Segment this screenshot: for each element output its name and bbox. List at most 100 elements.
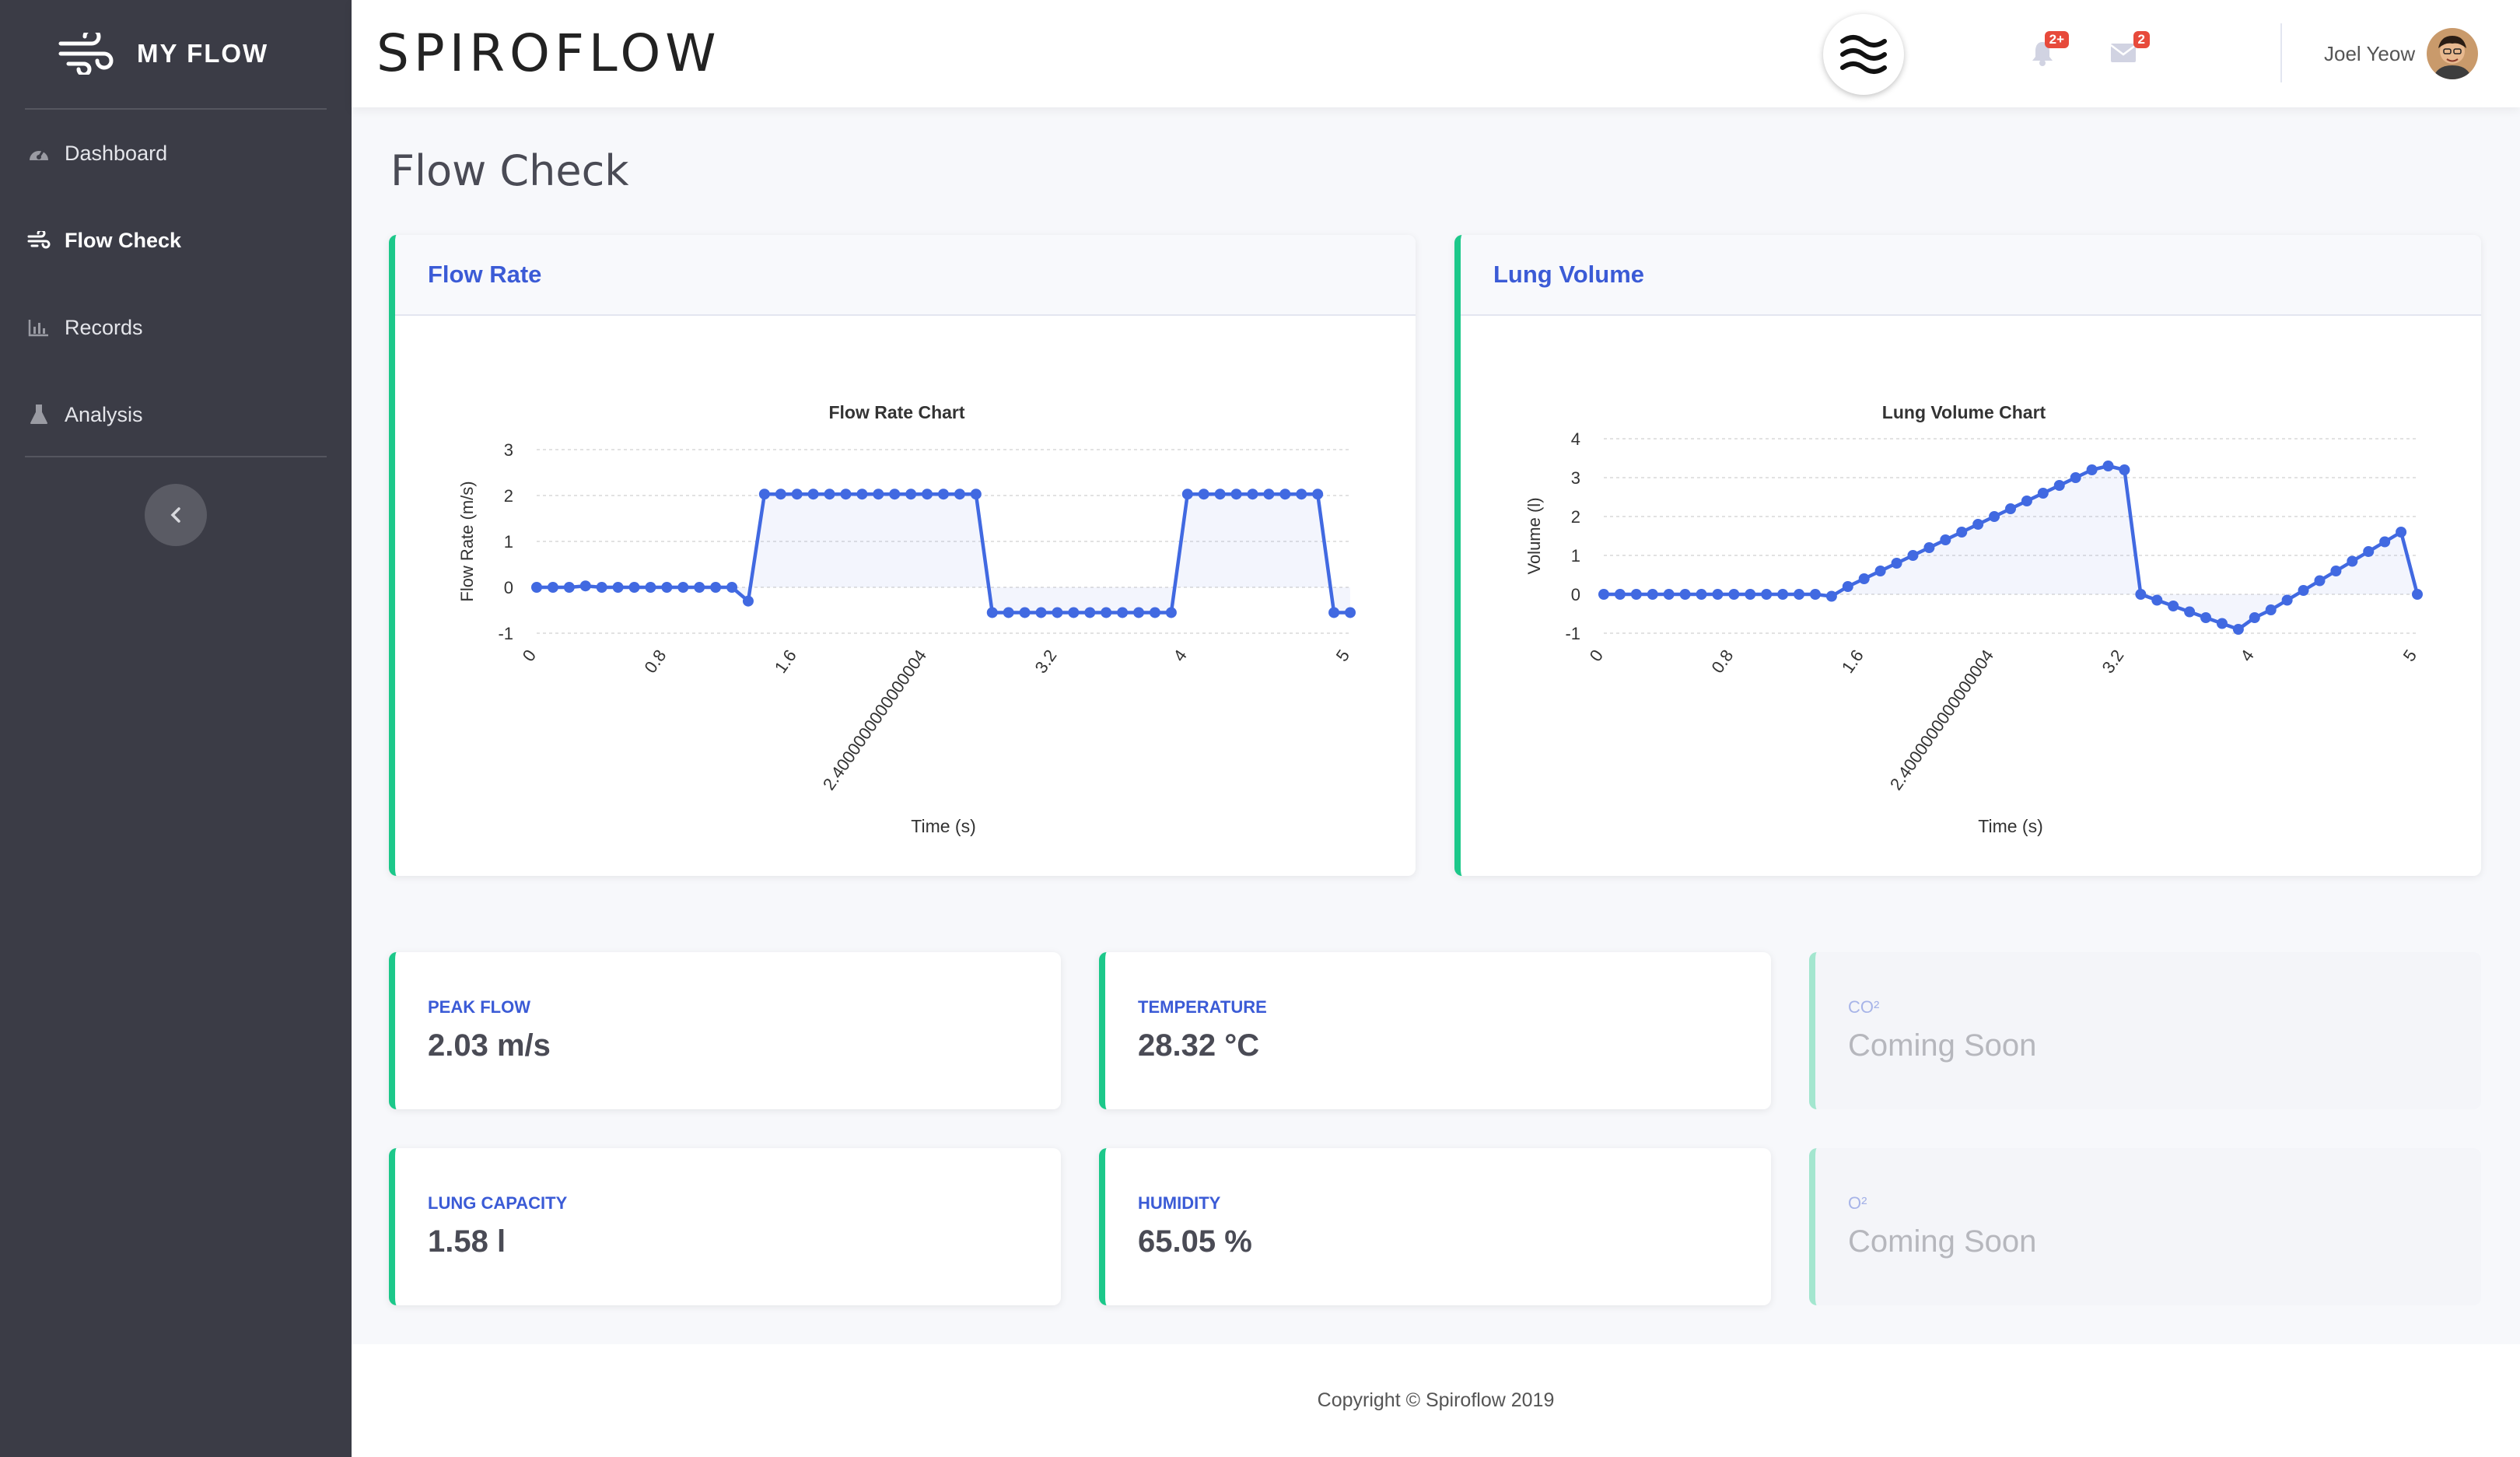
- topbar-divider: [2280, 23, 2282, 82]
- lung-capacity-card: Lung Capacity 1.58 l: [389, 1148, 1061, 1305]
- page-title: Flow Check: [390, 146, 629, 195]
- data-point: [1345, 607, 1356, 618]
- data-point: [1198, 489, 1209, 500]
- x-tick-label: 2.4000000000000004: [1886, 646, 1997, 794]
- data-point: [1614, 589, 1626, 600]
- avatar[interactable]: [2427, 28, 2478, 79]
- stat-value: Coming Soon: [1848, 1028, 2037, 1063]
- data-point: [1745, 589, 1756, 600]
- humidity-card: Humidity 65.05 %: [1099, 1148, 1771, 1305]
- sidebar-item-analysis[interactable]: Analysis: [0, 384, 352, 446]
- data-point: [1940, 534, 1951, 545]
- bar-chart-icon: [26, 315, 51, 340]
- data-point: [2281, 594, 2293, 606]
- data-point: [1956, 527, 1968, 538]
- series-area: [537, 494, 1350, 613]
- stat-label: CO²: [1848, 997, 1880, 1017]
- data-point: [1263, 489, 1275, 500]
- data-point: [2151, 594, 2163, 606]
- data-point: [1149, 607, 1160, 618]
- stat-label: Humidity: [1138, 1193, 1221, 1213]
- topbar: SPIROFLOW 2+ 2 Joel Yeow: [352, 0, 2520, 107]
- y-tick-label: 1: [1571, 546, 1580, 566]
- spiroflow-logo[interactable]: [1823, 14, 1904, 95]
- stat-label: Temperature: [1138, 997, 1267, 1017]
- brand-name: MY FLOW: [137, 39, 269, 68]
- data-point: [596, 582, 607, 593]
- app-title: SPIROFLOW: [376, 23, 721, 83]
- brand[interactable]: MY FLOW: [0, 0, 352, 107]
- data-point: [2216, 618, 2228, 629]
- card-header: Lung Volume: [1461, 235, 2481, 316]
- x-tick-label: 0.8: [640, 646, 670, 677]
- y-tick-label: 4: [1571, 429, 1580, 449]
- data-point: [2379, 536, 2391, 548]
- data-point: [986, 607, 998, 618]
- chart-title: Lung Volume Chart: [1882, 402, 2046, 422]
- chart-title: Flow Rate Chart: [828, 402, 964, 422]
- data-point: [1679, 589, 1691, 600]
- data-point: [661, 582, 673, 593]
- user-name[interactable]: Joel Yeow: [2324, 42, 2415, 66]
- data-point: [1842, 581, 1853, 592]
- messages-button[interactable]: 2: [2105, 31, 2150, 72]
- x-tick-label: 5: [1332, 646, 1354, 665]
- data-point: [1809, 589, 1821, 600]
- o2-card: O² Coming Soon: [1809, 1148, 2481, 1305]
- sidebar-item-label: Dashboard: [65, 141, 168, 165]
- alerts-button[interactable]: 2+: [2024, 31, 2069, 72]
- data-point: [1003, 607, 1014, 618]
- stat-value: 65.05 %: [1138, 1224, 1252, 1259]
- sidebar-divider: [25, 108, 327, 110]
- data-point: [2135, 589, 2147, 600]
- data-point: [2249, 612, 2260, 623]
- envelope-icon: [2110, 44, 2137, 62]
- data-point: [775, 489, 786, 500]
- data-point: [2005, 503, 2016, 514]
- data-point: [1989, 511, 2000, 522]
- sidebar-item-records[interactable]: Records: [0, 296, 352, 359]
- data-point: [1101, 607, 1112, 618]
- data-point: [824, 489, 835, 500]
- data-point: [2363, 546, 2375, 557]
- sidebar: MY FLOW Dashboard Flow Check Records Ana…: [0, 0, 352, 1457]
- x-tick-label: 0.8: [1707, 646, 1737, 677]
- x-axis-label: Time (s): [911, 816, 975, 836]
- data-point: [905, 489, 917, 500]
- data-point: [2347, 555, 2358, 567]
- lung-volume-chart: Lung Volume Chart 4 3 2 1 0 -1 0 0.8 1.6 2.4000000…: [1524, 402, 2423, 836]
- data-point: [1923, 542, 1935, 553]
- data-point: [938, 489, 949, 500]
- x-tick-label: 3.2: [1031, 646, 1061, 677]
- y-tick-label: 0: [504, 578, 513, 597]
- sidebar-item-flow-check[interactable]: Flow Check: [0, 209, 352, 271]
- y-tick-label: 1: [504, 532, 513, 552]
- data-point: [2396, 527, 2407, 538]
- data-point: [1825, 590, 1837, 602]
- flask-icon: [26, 402, 51, 427]
- data-point: [742, 595, 754, 607]
- flow-rate-chart: Flow Rate Chart 3 2 1 0 -1 0 0.8 1.6 2.4000000000…: [457, 402, 1356, 836]
- data-point: [758, 489, 770, 500]
- data-point: [1181, 489, 1193, 500]
- data-point: [1312, 489, 1324, 500]
- stat-value: 2.03 m/s: [428, 1028, 551, 1063]
- data-point: [694, 582, 705, 593]
- x-tick-label: 2.4000000000000004: [819, 646, 930, 794]
- stat-label: Peak Flow: [428, 997, 530, 1017]
- waves-icon: [1840, 35, 1887, 74]
- data-point: [1972, 519, 1984, 530]
- y-tick-label: -1: [498, 624, 513, 643]
- sidebar-item-dashboard[interactable]: Dashboard: [0, 122, 352, 184]
- card-title: Lung Volume: [1493, 261, 1645, 288]
- data-point: [1035, 607, 1047, 618]
- stat-value: 28.32 °C: [1138, 1028, 1260, 1063]
- x-tick-label: 4: [2236, 646, 2258, 665]
- stat-value: Coming Soon: [1848, 1224, 2037, 1259]
- sidebar-toggle-button[interactable]: [145, 484, 207, 546]
- y-tick-label: 2: [504, 486, 513, 506]
- data-point: [579, 580, 591, 592]
- data-point: [1068, 607, 1080, 618]
- footer: Copyright © Spiroflow 2019: [352, 1344, 2520, 1457]
- data-point: [2232, 624, 2244, 635]
